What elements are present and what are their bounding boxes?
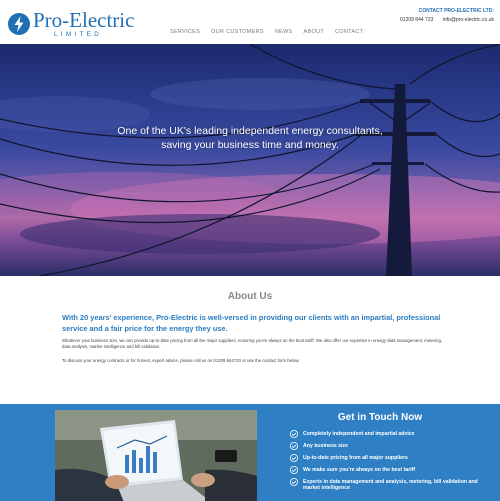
check-circle-icon <box>290 441 298 450</box>
hero-banner: One of the UK's leading independent ener… <box>0 44 500 276</box>
lightning-bolt-icon <box>8 13 30 35</box>
list-item: Up-to-date pricing from all major suppli… <box>290 453 490 462</box>
contact-phone[interactable]: 01209 844 723 <box>400 17 433 23</box>
laptop-photo <box>55 410 257 501</box>
nav-about[interactable]: ABOUT <box>304 29 324 35</box>
list-item: Completely independent and impartial adv… <box>290 430 490 438</box>
power-lines-image <box>0 44 500 276</box>
check-circle-icon <box>290 430 298 438</box>
contact-title: CONTACT PRO-ELECTRIC LTD: <box>418 8 494 14</box>
header-contact: CONTACT PRO-ELECTRIC LTD: 01209 844 723 … <box>392 8 494 23</box>
get-in-touch-section: Get in Touch Now Completely independent … <box>0 404 500 501</box>
nav-news[interactable]: NEWS <box>275 29 293 35</box>
about-heading: About Us <box>227 291 273 302</box>
check-circle-icon <box>290 465 298 474</box>
list-item: Any business size <box>290 441 490 450</box>
about-paragraph: Whatever your business size, we can prov… <box>62 338 443 350</box>
nav-our-customers[interactable]: OUR CUSTOMERS <box>211 29 264 35</box>
hero-tagline: One of the UK's leading independent ener… <box>0 124 500 152</box>
list-item-label: Up-to-date pricing from all major suppli… <box>303 454 408 461</box>
list-item-label: Experts in data management and analysis,… <box>303 478 478 492</box>
list-item-label: We make sure you're always on the best t… <box>303 466 416 473</box>
contact-email[interactable]: info@pro-electric.co.uk <box>443 17 494 23</box>
about-lead: With 20 years' experience, Pro-Electric … <box>62 313 441 333</box>
logo[interactable]: Pro-Electric LIMITED <box>8 9 134 38</box>
check-circle-icon <box>290 477 298 486</box>
main-nav: SERVICES OUR CUSTOMERS NEWS ABOUT CONTAC… <box>170 29 374 35</box>
touch-heading: Get in Touch Now <box>337 412 423 423</box>
nav-services[interactable]: SERVICES <box>170 29 200 35</box>
about-paragraph: To discuss your energy contracts or for … <box>62 358 300 363</box>
hero-tagline-line1: One of the UK's leading independent ener… <box>117 125 383 137</box>
hero-tagline-line2: saving your business time and money. <box>161 139 339 151</box>
contact-details: 01209 844 723 info@pro-electric.co.uk <box>392 17 494 23</box>
nav-contact[interactable]: CONTACT <box>335 29 363 35</box>
site-header: Pro-Electric LIMITED SERVICES OUR CUSTOM… <box>0 0 500 44</box>
logo-subtitle: LIMITED <box>54 31 103 38</box>
list-item: Experts in data management and analysis,… <box>290 477 490 492</box>
list-item-label: Any business size <box>303 442 348 449</box>
list-item-label: Completely independent and impartial adv… <box>303 431 415 437</box>
about-section: About Us With 20 years' experience, Pro-… <box>0 276 500 404</box>
check-circle-icon <box>290 453 298 462</box>
list-item: We make sure you're always on the best t… <box>290 465 490 474</box>
benefits-list: Completely independent and impartial adv… <box>290 430 490 497</box>
logo-name: Pro-Electric <box>33 8 135 32</box>
